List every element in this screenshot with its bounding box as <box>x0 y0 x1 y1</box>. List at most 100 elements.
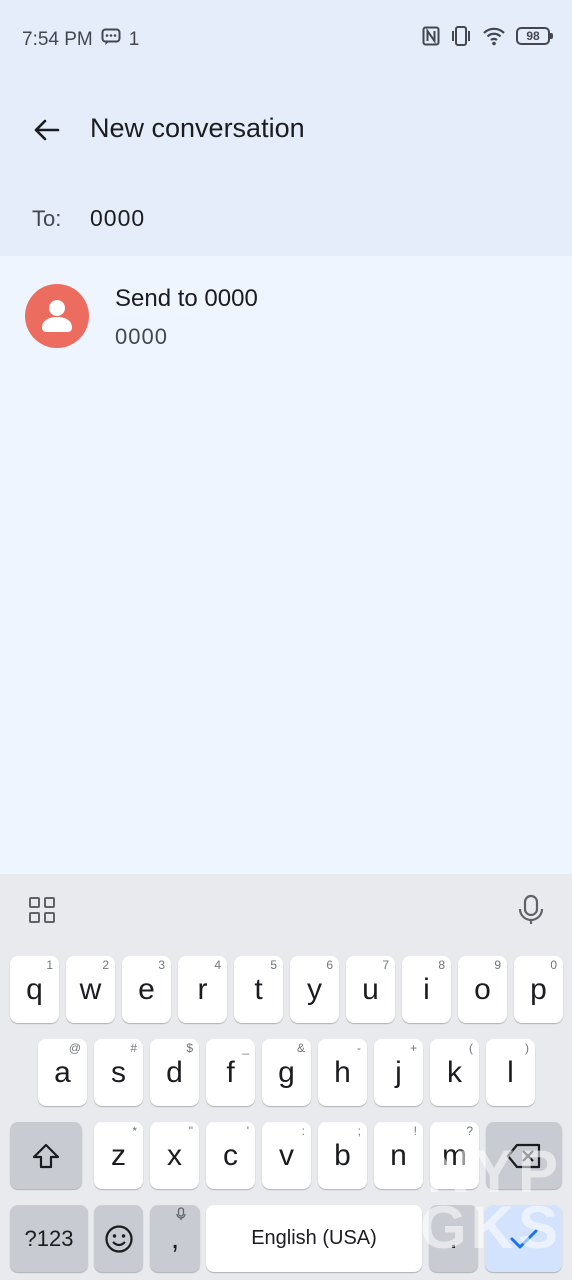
key-letter: c <box>223 1138 238 1172</box>
checkmark-icon <box>510 1229 537 1248</box>
key-hint: ) <box>525 1041 529 1055</box>
status-bar: 7:54 PM 1 98 <box>0 0 572 80</box>
key-hint: 9 <box>494 958 501 972</box>
key-d[interactable]: d $ <box>150 1039 199 1106</box>
key-q[interactable]: q1 <box>10 956 59 1023</box>
key-c[interactable]: c ' <box>206 1122 255 1189</box>
key-hint: 7 <box>382 958 389 972</box>
avatar <box>25 284 89 348</box>
battery-icon: 98 <box>516 27 553 45</box>
message-notification-icon <box>101 28 121 52</box>
nfc-icon <box>422 26 440 46</box>
key-hint: & <box>296 1041 305 1055</box>
key-letter: j <box>395 1055 402 1089</box>
symbols-key[interactable]: ?123 <box>10 1205 88 1272</box>
key-letter: v <box>279 1138 294 1172</box>
key-letter: s <box>111 1055 126 1089</box>
wifi-icon <box>482 26 506 46</box>
microphone-icon[interactable] <box>516 894 546 931</box>
key-letter: o <box>474 972 491 1006</box>
key-letter: k <box>447 1055 462 1089</box>
voice-hint-icon <box>176 1207 186 1224</box>
key-r[interactable]: r4 <box>178 956 227 1023</box>
arrow-back-icon <box>34 119 60 141</box>
vibrate-icon <box>450 26 472 46</box>
shift-key[interactable] <box>10 1122 82 1189</box>
key-s[interactable]: s # <box>94 1039 143 1106</box>
key-letter: f <box>226 1055 235 1089</box>
key-k[interactable]: k( <box>430 1039 479 1106</box>
apps-grid-icon[interactable] <box>28 896 56 929</box>
back-button[interactable] <box>26 110 66 150</box>
backspace-key[interactable] <box>486 1122 562 1189</box>
key-hint: " <box>188 1124 193 1138</box>
shift-icon <box>32 1143 60 1168</box>
page-title: New conversation <box>90 113 305 143</box>
key-row-2: a @ s # d $ f _ g & h - j + k(l) <box>0 1039 572 1107</box>
key-o[interactable]: o9 <box>458 956 507 1023</box>
key-p[interactable]: p0 <box>514 956 563 1023</box>
key-letter: d <box>166 1055 183 1089</box>
key-hint: $ <box>186 1041 193 1055</box>
key-z[interactable]: z * <box>94 1122 143 1189</box>
key-letter: p <box>530 972 547 1006</box>
key-hint: 5 <box>270 958 277 972</box>
person-icon <box>42 300 72 332</box>
status-left: 7:54 PM 1 <box>22 28 139 52</box>
key-t[interactable]: t5 <box>234 956 283 1023</box>
recipient-bar: To: 0000 <box>0 180 572 256</box>
period-char: . <box>449 1221 458 1255</box>
key-l[interactable]: l) <box>486 1039 535 1106</box>
key-letter: m <box>442 1138 467 1172</box>
key-hint: 2 <box>102 958 109 972</box>
key-letter: z <box>111 1138 126 1172</box>
send-to-suggestion[interactable]: Send to 0000 0000 <box>0 258 572 378</box>
key-hint: ' <box>246 1124 249 1138</box>
key-hint: : <box>301 1124 305 1138</box>
key-b[interactable]: b; <box>318 1122 367 1189</box>
key-i[interactable]: i8 <box>402 956 451 1023</box>
key-v[interactable]: v: <box>262 1122 311 1189</box>
key-letter: a <box>54 1055 71 1089</box>
to-label: To: <box>32 206 62 231</box>
key-g[interactable]: g & <box>262 1039 311 1106</box>
key-a[interactable]: a @ <box>38 1039 87 1106</box>
status-time: 7:54 PM <box>22 29 93 50</box>
suggestion-title: Send to 0000 <box>115 285 258 312</box>
key-w[interactable]: w2 <box>66 956 115 1023</box>
key-letter: y <box>307 972 322 1006</box>
period-key[interactable]: . <box>429 1205 478 1272</box>
recipient-input[interactable]: 0000 <box>90 205 145 232</box>
key-hint: + <box>409 1041 417 1055</box>
space-key[interactable]: English (USA) <box>206 1205 422 1272</box>
comma-char: , <box>170 1221 180 1255</box>
key-letter: q <box>26 972 43 1006</box>
key-e[interactable]: e3 <box>122 956 171 1023</box>
key-x[interactable]: x " <box>150 1122 199 1189</box>
key-letter: h <box>334 1055 351 1089</box>
send-enter-key[interactable] <box>485 1205 562 1272</box>
key-y[interactable]: y6 <box>290 956 339 1023</box>
key-hint: ( <box>469 1041 473 1055</box>
key-letter: e <box>138 972 155 1006</box>
key-h[interactable]: h- <box>318 1039 367 1106</box>
key-u[interactable]: u7 <box>346 956 395 1023</box>
comma-key[interactable]: , <box>150 1205 200 1272</box>
key-letter: r <box>197 972 208 1006</box>
key-hint: 8 <box>438 958 445 972</box>
key-hint: ! <box>413 1124 417 1138</box>
key-hint: 1 <box>46 958 53 972</box>
key-letter: n <box>390 1138 407 1172</box>
key-m[interactable]: m? <box>430 1122 479 1189</box>
key-hint: ? <box>466 1124 473 1138</box>
key-row-3: z * x " c ' v: b; n! m? <box>0 1122 572 1190</box>
keyboard-toolbar <box>0 874 572 946</box>
emoji-key[interactable] <box>94 1205 143 1272</box>
key-f[interactable]: f _ <box>206 1039 255 1106</box>
key-n[interactable]: n! <box>374 1122 423 1189</box>
key-hint: _ <box>242 1041 249 1055</box>
key-letter: l <box>507 1055 514 1089</box>
key-row-4: ?123 , English (USA) . <box>0 1205 572 1273</box>
key-j[interactable]: j + <box>374 1039 423 1106</box>
status-right: 98 <box>422 26 553 46</box>
